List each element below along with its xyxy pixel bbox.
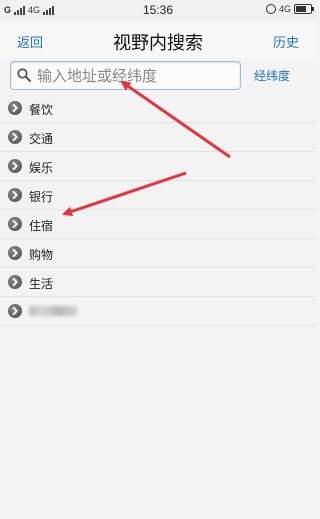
category-label: 餐饮	[29, 103, 54, 117]
category-item[interactable]: 娱乐	[0, 152, 316, 181]
alarm-icon	[265, 4, 276, 14]
category-label: 娱乐	[29, 161, 54, 175]
chevron-right-circle-icon	[8, 304, 22, 318]
category-label: 购物	[29, 248, 54, 262]
category-label: 交通	[29, 132, 54, 146]
battery-icon	[294, 4, 314, 14]
blurred-category-label	[29, 306, 77, 316]
search-icon	[17, 68, 31, 82]
nav-bar: 返回 视野内搜索 历史	[0, 22, 316, 58]
category-item[interactable]: 银行	[0, 181, 316, 210]
chevron-right-circle-icon	[8, 101, 22, 115]
category-label: 银行	[29, 190, 54, 204]
chevron-right-circle-icon	[8, 159, 22, 173]
network-type-2: 4G	[278, 4, 291, 14]
category-label: 住宿	[29, 219, 54, 233]
page-title: 视野内搜索	[113, 33, 203, 54]
category-item[interactable]: 交通	[0, 123, 316, 152]
latlng-button[interactable]: 经纬度	[254, 67, 290, 84]
search-input[interactable]	[37, 62, 235, 89]
category-item[interactable]: 购物	[0, 239, 316, 268]
category-list: 餐饮 交通 娱乐 银行 住宿 购物 生活	[0, 94, 316, 326]
search-row: 经纬度	[0, 58, 316, 94]
category-item[interactable]: 住宿	[0, 210, 316, 239]
chevron-right-circle-icon	[8, 217, 22, 231]
search-box[interactable]	[10, 61, 241, 90]
status-right: 4G	[265, 4, 314, 14]
category-item[interactable]: 餐饮	[0, 94, 316, 123]
category-label: 生活	[29, 277, 54, 291]
chevron-right-circle-icon	[8, 188, 22, 202]
status-bar: G 4G 15:36 4G	[0, 0, 316, 22]
history-button[interactable]: 历史	[273, 32, 299, 51]
chevron-right-circle-icon	[8, 130, 22, 144]
chevron-right-circle-icon	[8, 246, 22, 260]
category-item[interactable]	[0, 297, 316, 326]
category-item[interactable]: 生活	[0, 268, 316, 297]
chevron-right-circle-icon	[8, 275, 22, 289]
